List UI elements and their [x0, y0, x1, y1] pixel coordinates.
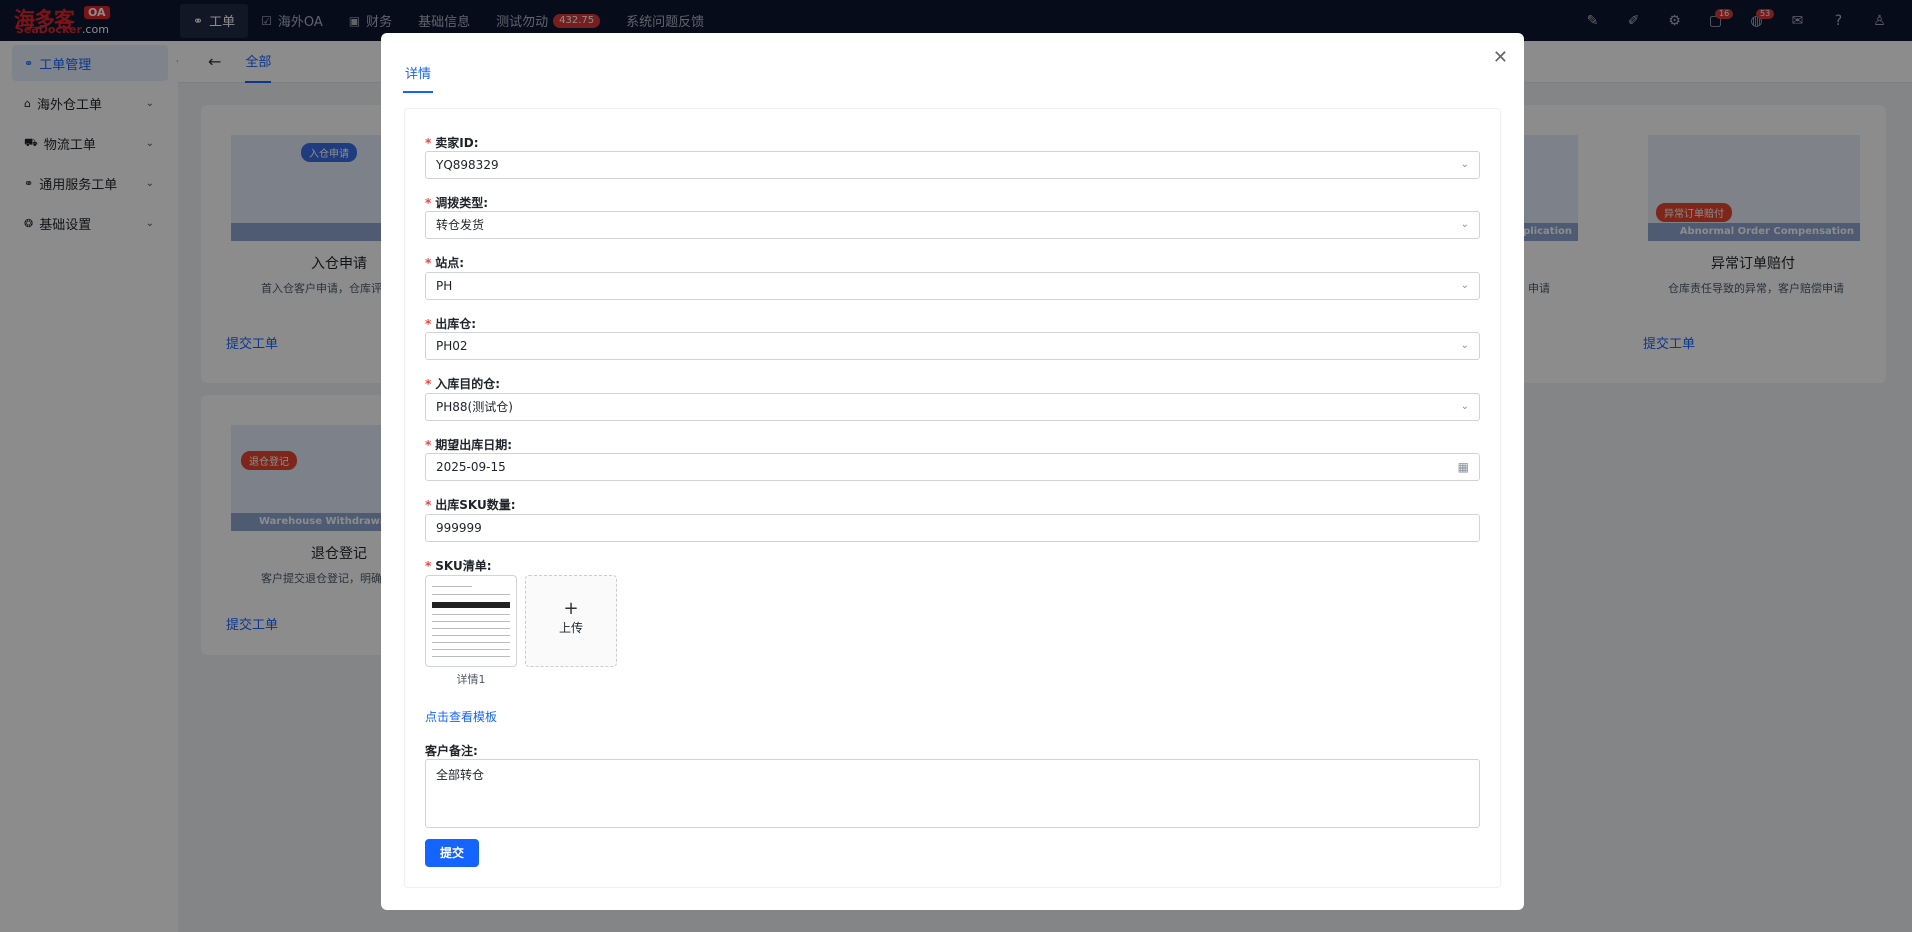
- chevron-down-icon: ⌄: [1460, 401, 1469, 412]
- sku-count-label: * 出库SKU数量:: [425, 498, 516, 512]
- remark-label: 客户备注:: [425, 744, 478, 758]
- sku-list-label: * SKU清单:: [425, 559, 492, 573]
- select-value: PH: [436, 279, 453, 293]
- sku-count-input[interactable]: 999999: [425, 514, 1480, 542]
- submit-button[interactable]: 提交: [425, 839, 479, 867]
- seller-id-select[interactable]: YQ898329 ⌄: [425, 151, 1480, 179]
- dest-warehouse-select[interactable]: PH88(测试仓) ⌄: [425, 393, 1480, 421]
- chevron-down-icon: ⌄: [1460, 159, 1469, 170]
- chevron-down-icon: ⌄: [1460, 219, 1469, 230]
- spreadsheet-preview-image: [430, 580, 512, 662]
- out-warehouse-select[interactable]: PH02 ⌄: [425, 332, 1480, 360]
- chevron-down-icon: ⌄: [1460, 280, 1469, 291]
- form-panel: * 卖家ID: YQ898329 ⌄ * 调拨类型: 转仓发货 ⌄ * 站点: PH …: [404, 108, 1501, 888]
- sku-file-thumbnail[interactable]: [425, 575, 517, 667]
- transfer-type-select[interactable]: 转仓发货 ⌄: [425, 211, 1480, 239]
- expected-date-picker[interactable]: 2025-09-15 ▦: [425, 453, 1480, 481]
- dest-warehouse-label: * 入库目的仓:: [425, 377, 501, 391]
- plus-icon: +: [563, 598, 579, 619]
- remark-textarea[interactable]: 全部转仓: [425, 759, 1480, 828]
- chevron-down-icon: ⌄: [1460, 340, 1469, 351]
- select-value: 转仓发货: [436, 218, 485, 232]
- select-value: PH02: [436, 339, 468, 353]
- seller-id-label: * 卖家ID:: [425, 136, 479, 150]
- select-value: YQ898329: [436, 158, 499, 172]
- out-warehouse-label: * 出库仓:: [425, 317, 477, 331]
- tab-details[interactable]: 详情: [403, 63, 434, 93]
- site-label: * 站点:: [425, 256, 465, 270]
- form-container: * 卖家ID: YQ898329 ⌄ * 调拨类型: 转仓发货 ⌄ * 站点: PH …: [404, 108, 1501, 888]
- upload-label: 上传: [558, 621, 583, 635]
- expected-date-label: * 期望出库日期:: [425, 438, 513, 452]
- date-value: 2025-09-15: [436, 460, 506, 474]
- site-select[interactable]: PH ⌄: [425, 272, 1480, 300]
- view-template-link[interactable]: 点击查看模板: [425, 708, 497, 725]
- file-caption: 详情1: [456, 673, 486, 686]
- close-icon[interactable]: ✕: [1493, 47, 1508, 68]
- transfer-type-label: * 调拨类型:: [425, 196, 489, 210]
- detail-modal: ✕ 详情 * 卖家ID: YQ898329 ⌄ * 调拨类型: 转仓发货 ⌄ * 站点…: [381, 33, 1524, 910]
- input-value: 999999: [436, 521, 482, 535]
- calendar-icon: ▦: [1457, 460, 1469, 474]
- select-value: PH88(测试仓): [436, 400, 513, 414]
- upload-button[interactable]: + 上传: [525, 575, 617, 667]
